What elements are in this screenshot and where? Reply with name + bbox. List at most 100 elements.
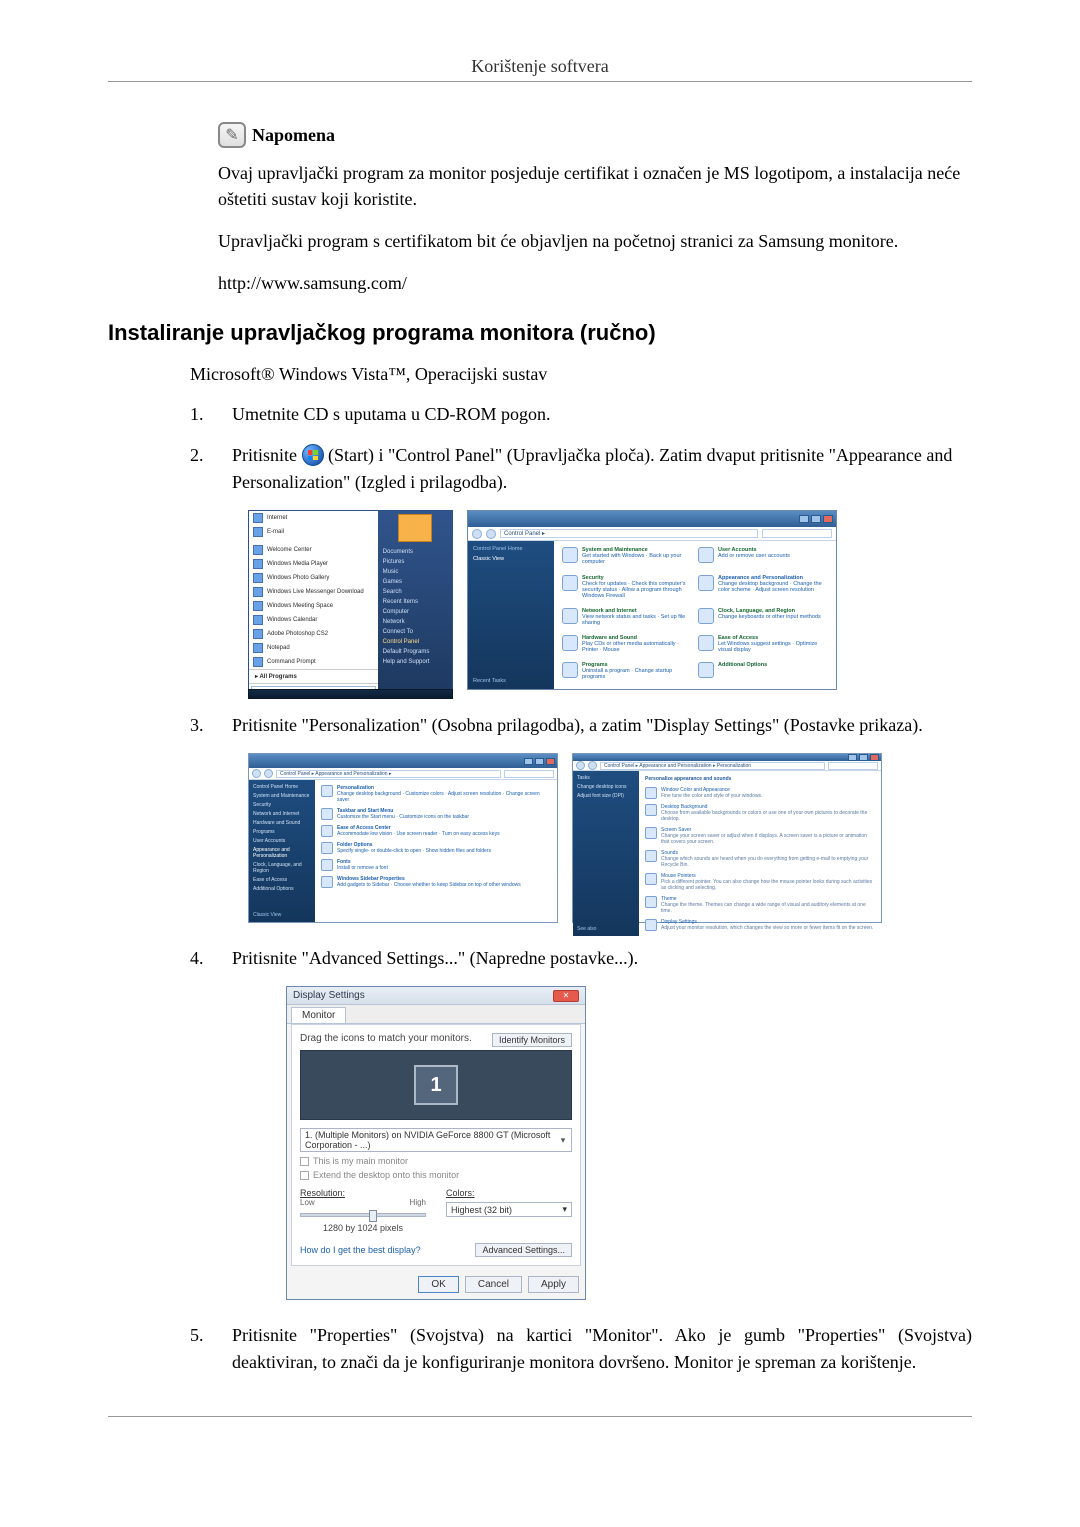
side-link[interactable]: Ease of Access — [253, 877, 311, 883]
cp-category[interactable]: SecurityCheck for updates · Check this c… — [562, 575, 692, 602]
nav-back-icon[interactable] — [472, 529, 482, 539]
start-item[interactable]: Internet — [249, 511, 378, 525]
side-link[interactable]: Classic View — [473, 556, 549, 562]
start-right-item[interactable]: Music — [383, 569, 447, 575]
help-link[interactable]: How do I get the best display? — [300, 1245, 421, 1255]
start-right-item-control-panel[interactable]: Control Panel — [383, 639, 447, 645]
side-seealso: Classic View — [253, 912, 311, 918]
pers-item[interactable]: SoundsChange which sounds are heard when… — [645, 850, 875, 868]
start-item[interactable]: Windows Photo Gallery — [249, 571, 378, 585]
breadcrumb[interactable]: Control Panel ▸ — [500, 529, 758, 538]
maximize-button[interactable] — [859, 754, 868, 761]
appp-item-personalization[interactable]: PersonalizationChange desktop background… — [321, 785, 551, 803]
monitor-well[interactable]: 1 — [300, 1050, 572, 1120]
start-item[interactable]: Welcome Center — [249, 543, 378, 557]
minimize-button[interactable] — [524, 758, 533, 765]
side-link[interactable]: Hardware and Sound — [253, 820, 311, 826]
pers-item[interactable]: ThemeChange the theme. Themes can change… — [645, 896, 875, 914]
pers-item[interactable]: Mouse PointersPick a different pointer. … — [645, 873, 875, 891]
cp-category-appearance[interactable]: Appearance and PersonalizationChange des… — [698, 575, 828, 602]
start-right-item[interactable]: Games — [383, 579, 447, 585]
start-item[interactable]: Windows Meeting Space — [249, 599, 378, 613]
appp-item[interactable]: FontsInstall or remove a font — [321, 859, 551, 871]
side-link[interactable]: User Accounts — [253, 838, 311, 844]
cp-category[interactable]: Additional Options — [698, 662, 828, 683]
cp-category[interactable]: ProgramsUninstall a program · Change sta… — [562, 662, 692, 683]
start-right-item[interactable]: Computer — [383, 609, 447, 615]
tab-monitor[interactable]: Monitor — [291, 1007, 346, 1023]
all-programs[interactable]: ▸ All Programs — [249, 669, 378, 683]
minimize-button[interactable] — [799, 515, 809, 523]
close-button[interactable] — [546, 758, 555, 765]
breadcrumb[interactable]: Control Panel ▸ Appearance and Personali… — [600, 762, 825, 770]
advanced-settings-button[interactable]: Advanced Settings... — [475, 1243, 572, 1257]
side-link-active[interactable]: Appearance and Personalization — [253, 847, 311, 859]
side-link[interactable]: Additional Options — [253, 886, 311, 892]
start-item[interactable]: E-mail — [249, 525, 378, 539]
ok-button[interactable]: OK — [418, 1276, 458, 1293]
close-button[interactable] — [870, 754, 879, 761]
side-link[interactable]: Adjust font size (DPI) — [577, 793, 635, 799]
start-right-item[interactable]: Network — [383, 619, 447, 625]
start-right-item[interactable]: Pictures — [383, 559, 447, 565]
pers-item[interactable]: Screen SaverChange your screen saver or … — [645, 827, 875, 845]
start-right-item[interactable]: Documents — [383, 549, 447, 555]
side-link[interactable]: Network and Internet — [253, 811, 311, 817]
nav-back-icon[interactable] — [576, 761, 585, 770]
cp-category[interactable]: Network and InternetView network status … — [562, 608, 692, 629]
start-right-item[interactable]: Search — [383, 589, 447, 595]
cp-category[interactable]: System and MaintenanceGet started with W… — [562, 547, 692, 568]
search-input[interactable] — [828, 762, 878, 770]
pers-item[interactable]: Desktop BackgroundChoose from available … — [645, 804, 875, 822]
pers-item[interactable]: Window Color and AppearanceFine tune the… — [645, 787, 875, 799]
nav-fwd-icon[interactable] — [264, 769, 273, 778]
monitor-select[interactable]: 1. (Multiple Monitors) on NVIDIA GeForce… — [300, 1128, 572, 1152]
start-item[interactable]: Notepad — [249, 641, 378, 655]
appp-item[interactable]: Folder OptionsSpecify single- or double-… — [321, 842, 551, 854]
start-item[interactable]: Windows Calendar — [249, 613, 378, 627]
note-label: Napomena — [252, 125, 335, 146]
slider-thumb[interactable] — [369, 1210, 377, 1222]
start-item[interactable]: Windows Media Player — [249, 557, 378, 571]
search-input[interactable] — [762, 529, 832, 538]
pers-item-display-settings[interactable]: Display SettingsAdjust your monitor reso… — [645, 919, 875, 931]
close-button[interactable] — [823, 515, 833, 523]
side-link[interactable]: System and Maintenance — [253, 793, 311, 799]
cp-category[interactable]: Ease of AccessLet Windows suggest settin… — [698, 635, 828, 656]
maximize-button[interactable] — [811, 515, 821, 523]
start-item[interactable]: Windows Live Messenger Download — [249, 585, 378, 599]
maximize-button[interactable] — [535, 758, 544, 765]
checkbox[interactable] — [300, 1171, 309, 1180]
side-link[interactable]: Programs — [253, 829, 311, 835]
apply-button[interactable]: Apply — [528, 1276, 579, 1293]
side-link[interactable]: Security — [253, 802, 311, 808]
search-input[interactable] — [504, 770, 554, 778]
appp-item[interactable]: Windows Sidebar PropertiesAdd gadgets to… — [321, 876, 551, 888]
cp-category[interactable]: Hardware and SoundPlay CDs or other medi… — [562, 635, 692, 656]
start-right-item[interactable]: Help and Support — [383, 659, 447, 665]
minimize-button[interactable] — [848, 754, 857, 761]
appp-item[interactable]: Taskbar and Start MenuCustomize the Star… — [321, 808, 551, 820]
nav-back-icon[interactable] — [252, 769, 261, 778]
side-link[interactable]: Control Panel Home — [253, 784, 311, 790]
nav-fwd-icon[interactable] — [486, 529, 496, 539]
monitor-icon[interactable]: 1 — [414, 1065, 458, 1105]
side-link[interactable]: Change desktop icons — [577, 784, 635, 790]
colors-select[interactable]: Highest (32 bit)▾ — [446, 1202, 572, 1217]
cp-category[interactable]: User AccountsAdd or remove user accounts — [698, 547, 828, 568]
start-right-item[interactable]: Connect To — [383, 629, 447, 635]
start-right-item[interactable]: Recent Items — [383, 599, 447, 605]
start-item[interactable]: Adobe Photoshop CS2 — [249, 627, 378, 641]
start-right-item[interactable]: Default Programs — [383, 649, 447, 655]
resolution-slider[interactable] — [300, 1213, 426, 1217]
cancel-button[interactable]: Cancel — [465, 1276, 522, 1293]
appp-item[interactable]: Ease of Access CenterAccommodate low vis… — [321, 825, 551, 837]
start-item[interactable]: Command Prompt — [249, 655, 378, 669]
identify-monitors-button[interactable]: Identify Monitors — [492, 1033, 572, 1047]
close-button[interactable]: ✕ — [553, 990, 579, 1002]
side-link[interactable]: Clock, Language, and Region — [253, 862, 311, 874]
cp-category[interactable]: Clock, Language, and RegionChange keyboa… — [698, 608, 828, 629]
checkbox[interactable] — [300, 1157, 309, 1166]
breadcrumb[interactable]: Control Panel ▸ Appearance and Personali… — [276, 770, 501, 778]
nav-fwd-icon[interactable] — [588, 761, 597, 770]
